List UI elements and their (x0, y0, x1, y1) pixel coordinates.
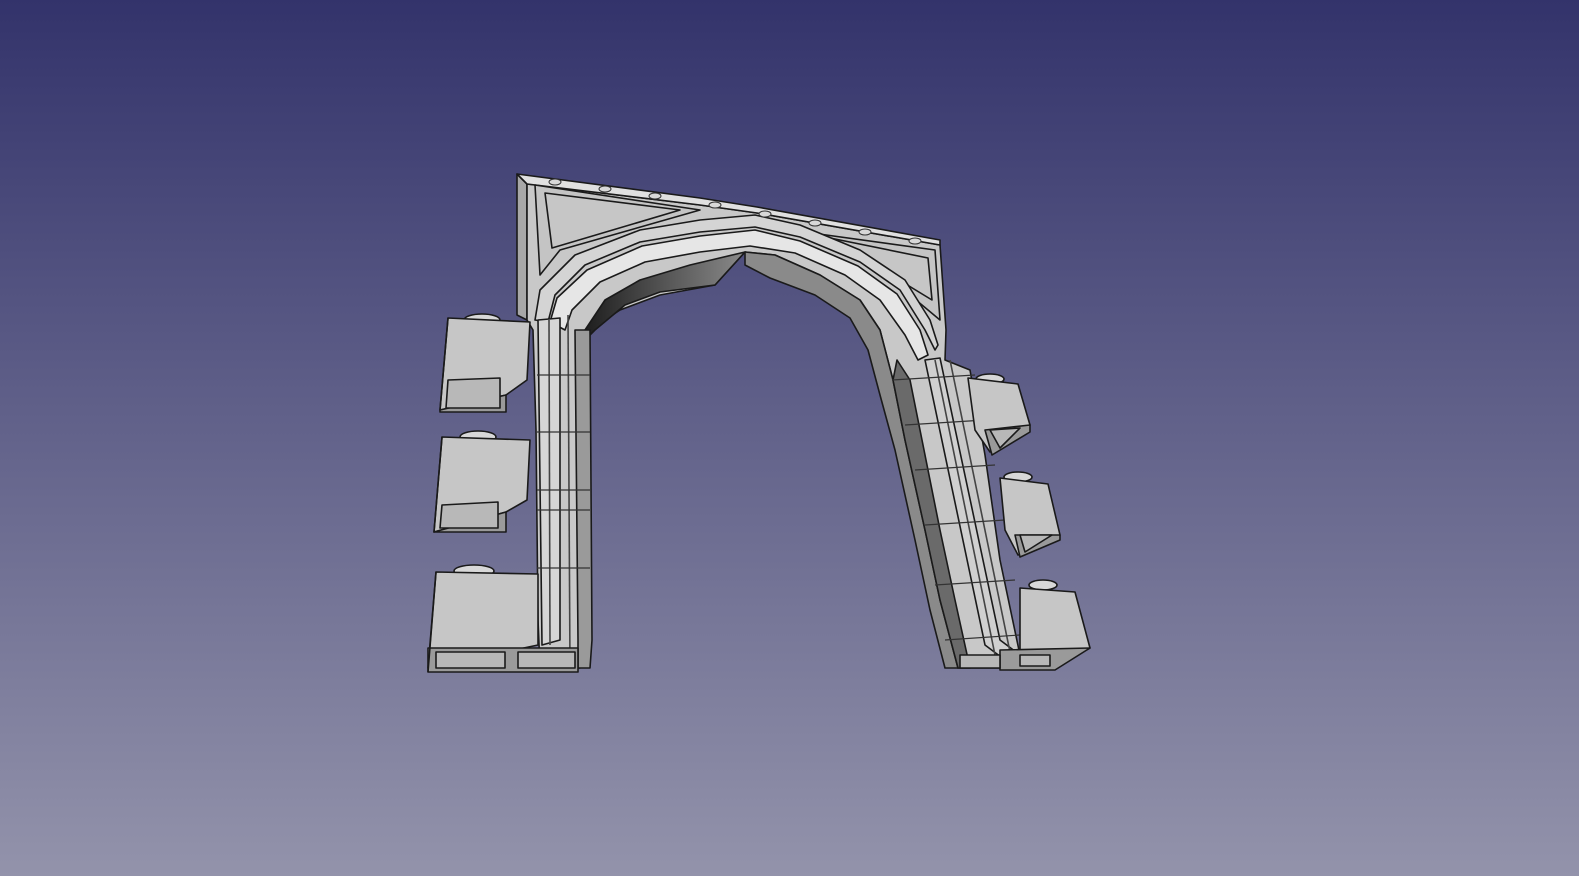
viewport-background (0, 0, 1579, 876)
left-jamb-inner (574, 329, 593, 669)
3d-viewport[interactable] (0, 0, 1579, 876)
viewport-canvas[interactable] (0, 0, 1579, 876)
left-column-line (548, 319, 551, 646)
left-pier-side (516, 173, 528, 321)
